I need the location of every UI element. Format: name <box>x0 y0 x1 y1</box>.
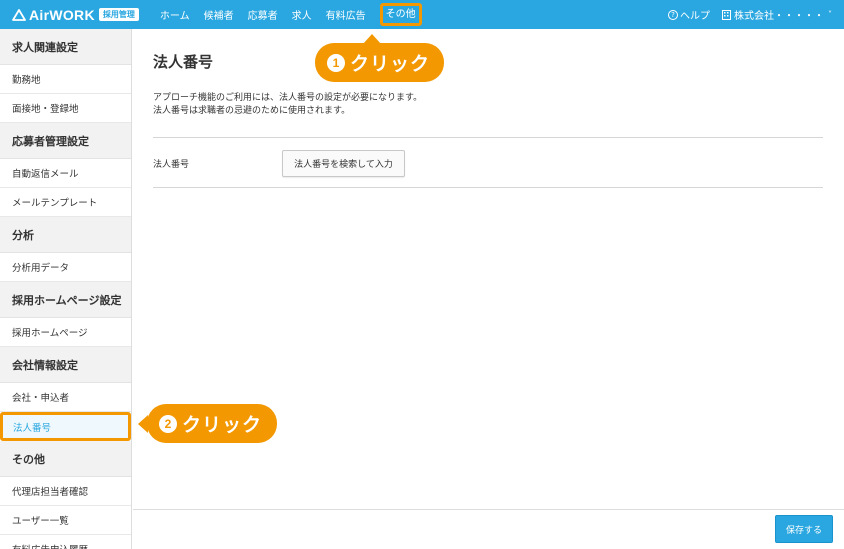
divider-top <box>153 137 823 138</box>
company-menu[interactable]: 株式会社・・・・・ ˅ <box>722 7 832 22</box>
main-nav: ホーム 候補者 応募者 求人 有料広告 その他 <box>153 0 429 29</box>
sidebar-item-recruit-site[interactable]: 採用ホームページ <box>0 318 131 347</box>
nav-home[interactable]: ホーム <box>153 0 197 29</box>
help-label: ヘルプ <box>680 11 710 22</box>
sidebar-item-mail-template[interactable]: メールテンプレート <box>0 188 131 217</box>
corporate-number-label: 法人番号 <box>153 160 190 170</box>
sidebar-item-interview-location[interactable]: 面接地・登録地 <box>0 94 131 123</box>
settings-sidebar: 求人関連設定 勤務地 面接地・登録地 応募者管理設定 自動返信メール メールテン… <box>0 29 132 549</box>
page-description: アプローチ機能のご利用には、法人番号の設定が必要になります。 法人番号は求職者の… <box>153 92 422 118</box>
top-bar: AirWORK 採用管理 ホーム 候補者 応募者 求人 有料広告 その他 ? ヘ… <box>0 0 844 29</box>
sidebar-item-paid-ad-history[interactable]: 有料広告申込履歴 <box>0 535 131 549</box>
callout-2-number: 2 <box>159 414 177 433</box>
logo-text: AirWORK <box>29 6 95 23</box>
divider-bottom <box>153 187 823 188</box>
description-line-2: 法人番号は求職者の忌避のために使用されます。 <box>153 106 351 116</box>
app-logo[interactable]: AirWORK 採用管理 <box>12 0 139 29</box>
nav-other-label: その他 <box>379 3 422 26</box>
nav-other[interactable]: その他 <box>373 0 429 29</box>
callout-1-number: 1 <box>327 53 345 72</box>
sidebar-item-analytics-data[interactable]: 分析用データ <box>0 253 131 282</box>
callout-1-pointer <box>363 34 381 44</box>
sidebar-section-analytics: 分析 <box>0 217 131 253</box>
page-title: 法人番号 <box>153 53 214 71</box>
logo-badge: 採用管理 <box>98 8 139 21</box>
chevron-down-icon: ˅ <box>828 10 832 19</box>
nav-applicants[interactable]: 応募者 <box>241 0 285 29</box>
search-corporate-number-button[interactable]: 法人番号を検索して入力 <box>282 150 405 177</box>
sidebar-item-work-location[interactable]: 勤務地 <box>0 65 131 94</box>
sidebar-section-applicant-settings: 応募者管理設定 <box>0 123 131 159</box>
sidebar-section-company-info: 会社情報設定 <box>0 347 131 383</box>
nav-candidates[interactable]: 候補者 <box>197 0 241 29</box>
callout-2-pointer <box>138 415 148 433</box>
sidebar-item-corporate-number[interactable]: 法人番号 <box>0 412 131 441</box>
company-name: 株式会社・・・・・ <box>734 11 824 22</box>
description-line-1: アプローチ機能のご利用には、法人番号の設定が必要になります。 <box>153 93 423 103</box>
help-icon: ? <box>668 9 678 20</box>
nav-jobs[interactable]: 求人 <box>285 0 319 29</box>
callout-click-1: 1 クリック <box>315 34 444 82</box>
logo-triangle-icon <box>12 8 26 21</box>
help-link[interactable]: ? ヘルプ <box>668 7 710 22</box>
building-icon <box>722 9 731 20</box>
callout-1-text: クリック <box>350 53 431 75</box>
sidebar-section-recruit-site: 採用ホームページ設定 <box>0 282 131 318</box>
callout-2-text: クリック <box>182 414 263 436</box>
footer-bar: 保存する <box>133 509 844 549</box>
top-right-menu: ? ヘルプ 株式会社・・・・・ ˅ <box>668 0 832 29</box>
callout-click-2: 2 クリック <box>138 404 277 443</box>
nav-paid-ads[interactable]: 有料広告 <box>319 0 373 29</box>
sidebar-section-other: その他 <box>0 441 131 477</box>
sidebar-section-job-settings: 求人関連設定 <box>0 29 131 65</box>
sidebar-item-user-list[interactable]: ユーザー一覧 <box>0 506 131 535</box>
sidebar-item-agency-contact[interactable]: 代理店担当者確認 <box>0 477 131 506</box>
sidebar-item-company-applicant[interactable]: 会社・申込者 <box>0 383 131 412</box>
sidebar-item-auto-reply-mail[interactable]: 自動返信メール <box>0 159 131 188</box>
save-button[interactable]: 保存する <box>775 515 833 543</box>
